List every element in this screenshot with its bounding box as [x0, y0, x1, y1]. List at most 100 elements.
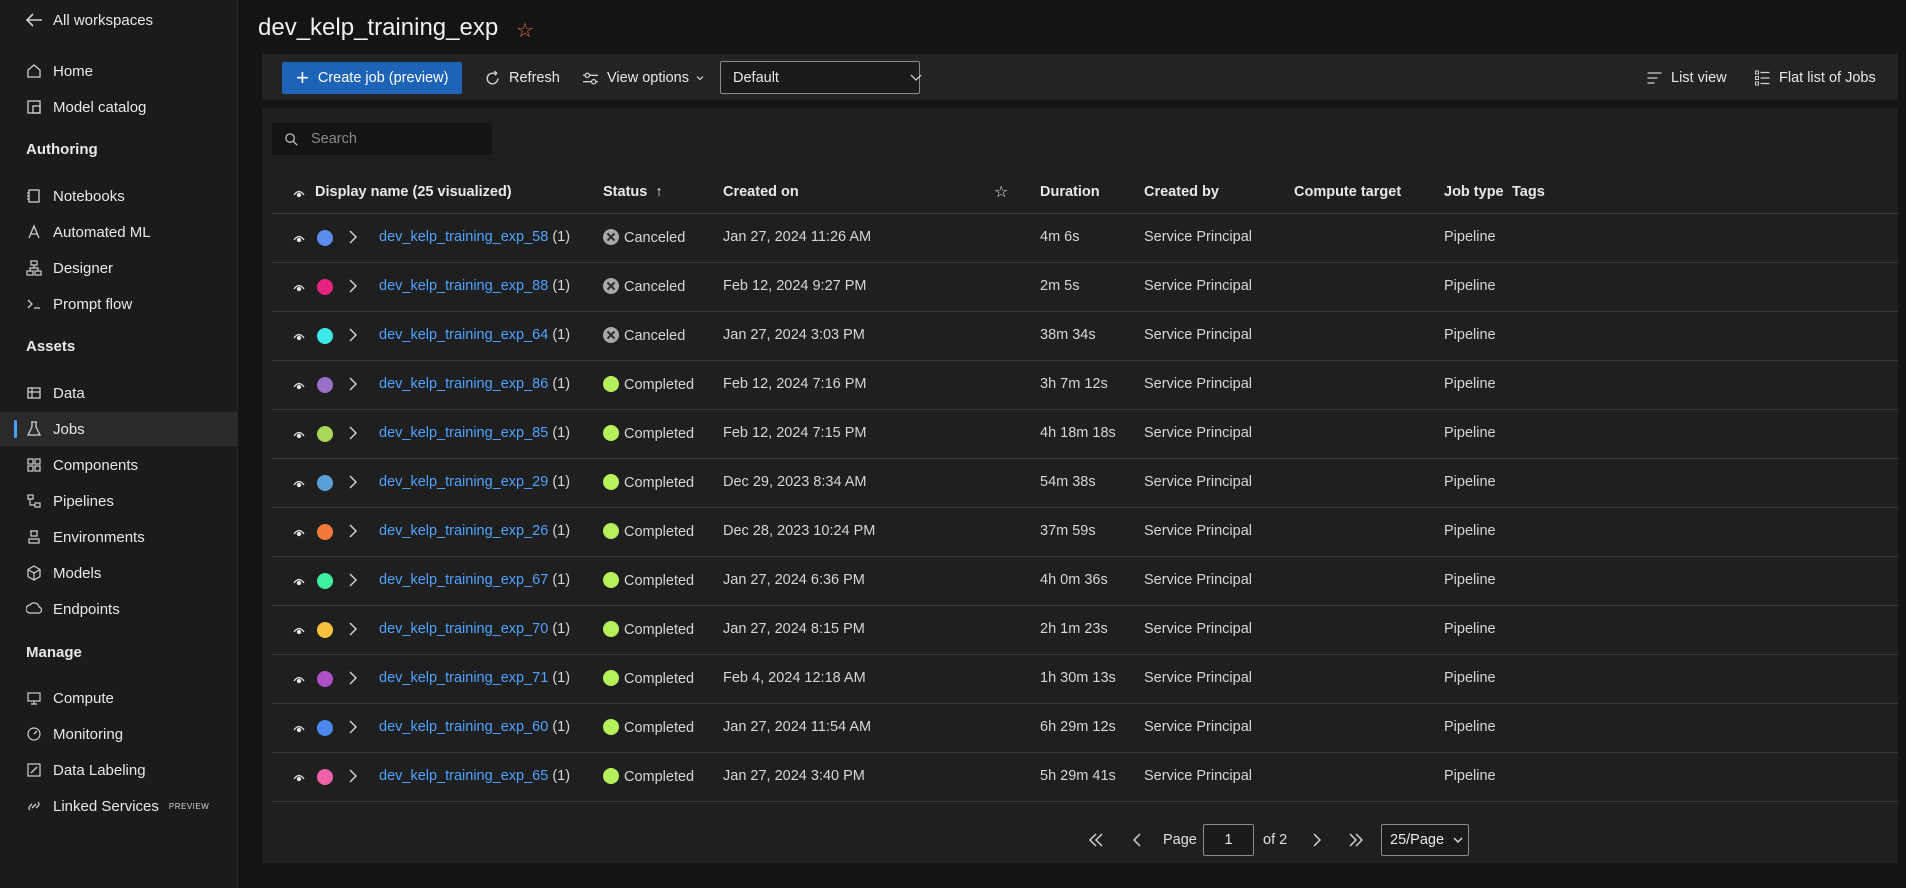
sidebar-item-pipelines[interactable]: Pipelines: [0, 484, 238, 518]
visibility-toggle-icon[interactable]: [293, 526, 305, 542]
visibility-toggle-all-icon[interactable]: [293, 187, 305, 203]
job-name-link[interactable]: dev_kelp_training_exp_86: [379, 376, 548, 392]
series-color-dot[interactable]: [317, 279, 333, 295]
per-page-dropdown[interactable]: 25/Page: [1381, 824, 1469, 856]
visibility-toggle-icon[interactable]: [293, 575, 305, 591]
flat-list-button[interactable]: Flat list of Jobs: [1754, 62, 1876, 94]
sidebar-item-components[interactable]: Components: [0, 448, 238, 482]
sidebar-item-model-catalog[interactable]: Model catalog: [0, 90, 238, 124]
chevron-right-icon[interactable]: [348, 523, 358, 543]
table-row[interactable]: dev_kelp_training_exp_26 (1) Completed D…: [272, 508, 1898, 557]
header-created-by[interactable]: Created by: [1144, 184, 1219, 200]
series-color-dot[interactable]: [317, 524, 333, 540]
series-color-dot[interactable]: [317, 769, 333, 785]
sidebar-item-jobs[interactable]: Jobs: [0, 412, 238, 446]
table-row[interactable]: dev_kelp_training_exp_88 (1) Canceled Fe…: [272, 263, 1898, 312]
next-page-icon[interactable]: [1311, 832, 1323, 853]
sidebar-item-designer[interactable]: Designer: [0, 251, 238, 285]
job-name-link[interactable]: dev_kelp_training_exp_60: [379, 719, 548, 735]
chevron-right-icon[interactable]: [348, 229, 358, 249]
view-options-button[interactable]: View options: [582, 62, 705, 94]
job-name-link[interactable]: dev_kelp_training_exp_70: [379, 621, 548, 637]
visibility-toggle-icon[interactable]: [293, 379, 305, 395]
chevron-right-icon[interactable]: [348, 474, 358, 494]
list-view-button[interactable]: List view: [1646, 62, 1727, 94]
series-color-dot[interactable]: [317, 622, 333, 638]
series-color-dot[interactable]: [317, 573, 333, 589]
chevron-right-icon[interactable]: [348, 768, 358, 788]
visibility-toggle-icon[interactable]: [293, 330, 305, 346]
create-job-button[interactable]: + Create job (preview): [282, 62, 462, 94]
series-color-dot[interactable]: [317, 475, 333, 491]
chevron-right-icon[interactable]: [348, 425, 358, 445]
first-page-icon[interactable]: [1087, 832, 1105, 853]
table-row[interactable]: dev_kelp_training_exp_65 (1) Completed J…: [272, 753, 1898, 802]
chevron-right-icon[interactable]: [348, 327, 358, 347]
sidebar-item-notebooks[interactable]: Notebooks: [0, 179, 238, 213]
visibility-toggle-icon[interactable]: [293, 428, 305, 444]
job-name-link[interactable]: dev_kelp_training_exp_67: [379, 572, 548, 588]
chevron-right-icon[interactable]: [348, 719, 358, 739]
table-row[interactable]: dev_kelp_training_exp_58 (1) Canceled Ja…: [272, 214, 1898, 263]
job-name-link[interactable]: dev_kelp_training_exp_58: [379, 229, 548, 245]
table-row[interactable]: dev_kelp_training_exp_86 (1) Completed F…: [272, 361, 1898, 410]
series-color-dot[interactable]: [317, 230, 333, 246]
visibility-toggle-icon[interactable]: [293, 771, 305, 787]
sidebar-item-prompt-flow[interactable]: Prompt flow: [0, 287, 238, 321]
visibility-toggle-icon[interactable]: [293, 673, 305, 689]
visibility-toggle-icon[interactable]: [293, 722, 305, 738]
chevron-right-icon[interactable]: [348, 572, 358, 592]
header-compute-target[interactable]: Compute target: [1294, 184, 1401, 200]
view-select-dropdown[interactable]: Default: [720, 61, 922, 94]
search-input[interactable]: Search: [272, 123, 492, 155]
refresh-button[interactable]: Refresh: [484, 62, 560, 94]
header-created-on[interactable]: Created on: [723, 184, 799, 200]
visibility-toggle-icon[interactable]: [293, 281, 305, 297]
page-number-input[interactable]: 1: [1203, 824, 1254, 856]
header-duration[interactable]: Duration: [1040, 184, 1100, 200]
chevron-right-icon[interactable]: [348, 621, 358, 641]
chevron-right-icon[interactable]: [348, 670, 358, 690]
table-row[interactable]: dev_kelp_training_exp_64 (1) Canceled Ja…: [272, 312, 1898, 361]
table-row[interactable]: dev_kelp_training_exp_29 (1) Completed D…: [272, 459, 1898, 508]
job-name-link[interactable]: dev_kelp_training_exp_88: [379, 278, 548, 294]
all-workspaces-link[interactable]: All workspaces: [0, 3, 238, 37]
series-color-dot[interactable]: [317, 426, 333, 442]
series-color-dot[interactable]: [317, 328, 333, 344]
chevron-right-icon[interactable]: [348, 376, 358, 396]
sidebar-item-data[interactable]: Data: [0, 376, 238, 410]
sidebar-item-models[interactable]: Models: [0, 556, 238, 590]
job-name-link[interactable]: dev_kelp_training_exp_26: [379, 523, 548, 539]
series-color-dot[interactable]: [317, 720, 333, 736]
last-page-icon[interactable]: [1347, 832, 1365, 853]
sidebar-item-linked-services[interactable]: Linked Services PREVIEW: [0, 789, 238, 823]
header-display-name[interactable]: Display name (25 visualized): [315, 184, 512, 200]
series-color-dot[interactable]: [317, 671, 333, 687]
job-name-link[interactable]: dev_kelp_training_exp_85: [379, 425, 548, 441]
header-job-type[interactable]: Job type: [1444, 184, 1504, 200]
job-name-link[interactable]: dev_kelp_training_exp_65: [379, 768, 548, 784]
sidebar-item-environments[interactable]: Environments: [0, 520, 238, 554]
table-row[interactable]: dev_kelp_training_exp_60 (1) Completed J…: [272, 704, 1898, 753]
job-name-link[interactable]: dev_kelp_training_exp_64: [379, 327, 548, 343]
table-row[interactable]: dev_kelp_training_exp_71 (1) Completed F…: [272, 655, 1898, 704]
sidebar-item-data-labeling[interactable]: Data Labeling: [0, 753, 238, 787]
series-color-dot[interactable]: [317, 377, 333, 393]
table-row[interactable]: dev_kelp_training_exp_85 (1) Completed F…: [272, 410, 1898, 459]
sidebar-item-home[interactable]: Home: [0, 54, 238, 88]
visibility-toggle-icon[interactable]: [293, 624, 305, 640]
job-name-link[interactable]: dev_kelp_training_exp_71: [379, 670, 548, 686]
sidebar-item-endpoints[interactable]: Endpoints: [0, 592, 238, 626]
star-column-icon[interactable]: ☆: [994, 182, 1008, 202]
sidebar-item-monitoring[interactable]: Monitoring: [0, 717, 238, 751]
previous-page-icon[interactable]: [1131, 832, 1143, 853]
header-tags[interactable]: Tags: [1512, 184, 1545, 200]
sidebar-item-automated-ml[interactable]: Automated ML: [0, 215, 238, 249]
job-name-link[interactable]: dev_kelp_training_exp_29: [379, 474, 548, 490]
visibility-toggle-icon[interactable]: [293, 232, 305, 248]
table-row[interactable]: dev_kelp_training_exp_67 (1) Completed J…: [272, 557, 1898, 606]
visibility-toggle-icon[interactable]: [293, 477, 305, 493]
sidebar-item-compute[interactable]: Compute: [0, 681, 238, 715]
favorite-star-icon[interactable]: ☆: [516, 18, 534, 43]
header-status[interactable]: Status ↑: [603, 184, 663, 200]
